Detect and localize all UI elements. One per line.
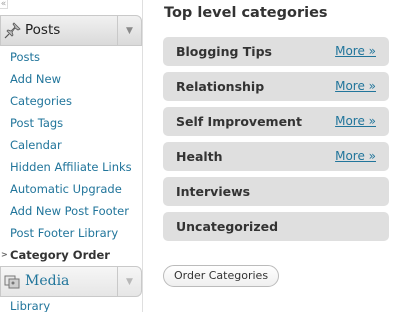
category-list: Blogging Tips More » Relationship More »… [163,37,389,247]
category-name: Self Improvement [176,114,302,129]
more-link[interactable]: More » [335,114,376,128]
admin-sidebar: « Posts ▼ Posts Add New Categories Post … [0,0,143,312]
submenu-item-library[interactable]: Library [0,295,142,312]
submenu-item-add-new-post-footer[interactable]: Add New Post Footer [0,200,142,222]
submenu-item-post-footer-library[interactable]: Post Footer Library [0,222,142,244]
posts-menu-label: Posts [25,22,61,38]
media-menu-label: Media [25,273,70,289]
media-submenu: Library [0,295,142,312]
submenu-item-hidden-affiliate-links[interactable]: Hidden Affiliate Links [0,156,142,178]
media-menu-header[interactable]: Media ▼ [0,266,142,297]
category-row[interactable]: Interviews [163,177,389,206]
submenu-item-categories[interactable]: Categories [0,90,142,112]
submenu-item-add-new[interactable]: Add New [0,68,142,90]
more-link[interactable]: More » [335,149,376,163]
pushpin-icon [4,22,21,39]
posts-submenu: Posts Add New Categories Post Tags Calen… [0,46,142,266]
collapse-arrow-icon[interactable]: « [0,0,8,9]
category-row[interactable]: Health More » [163,142,389,171]
category-name: Health [176,149,223,164]
current-arrow-icon: > [1,250,8,259]
category-name: Interviews [176,184,251,199]
more-link[interactable]: More » [335,79,376,93]
submenu-item-automatic-upgrade[interactable]: Automatic Upgrade [0,178,142,200]
submenu-item-calendar[interactable]: Calendar [0,134,142,156]
category-name: Blogging Tips [176,44,272,59]
posts-menu-header[interactable]: Posts ▼ [0,15,142,46]
order-categories-button[interactable]: Order Categories [163,265,280,287]
submenu-item-posts[interactable]: Posts [0,46,142,68]
main-content: Top level categories Blogging Tips More … [143,0,393,312]
media-menu-toggle-icon[interactable]: ▼ [117,267,141,296]
category-name: Relationship [176,79,265,94]
submenu-item-post-tags[interactable]: Post Tags [0,112,142,134]
posts-menu-toggle-icon[interactable]: ▼ [117,16,141,45]
category-row[interactable]: Relationship More » [163,72,389,101]
submenu-item-category-order[interactable]: > Category Order [0,244,142,266]
media-icon [4,275,20,289]
category-name: Uncategorized [176,219,279,234]
category-row[interactable]: Blogging Tips More » [163,37,389,66]
page-title: Top level categories [164,5,328,21]
more-link[interactable]: More » [335,44,376,58]
category-row[interactable]: Uncategorized [163,212,389,241]
category-row[interactable]: Self Improvement More » [163,107,389,136]
